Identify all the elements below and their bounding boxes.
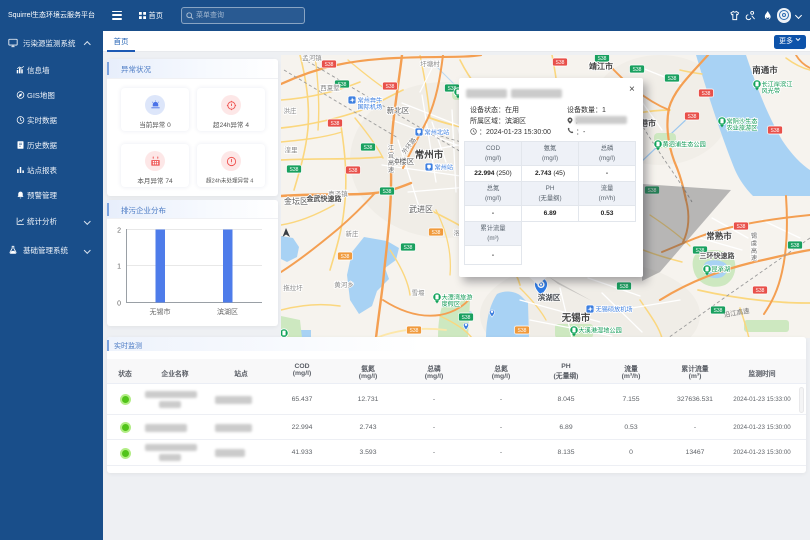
svg-text:0: 0 [117, 301, 121, 308]
svg-text:S38: S38 [791, 243, 800, 249]
svg-text:大溪港湿地公园: 大溪港湿地公园 [579, 327, 622, 335]
svg-text:江: 江 [388, 145, 394, 152]
svg-text:风光带: 风光带 [762, 87, 781, 95]
svg-text:S38: S38 [518, 328, 527, 334]
svg-text:金坛区: 金坛区 [284, 196, 308, 206]
svg-text:S38: S38 [432, 230, 441, 236]
svg-text:S38: S38 [756, 288, 765, 294]
svg-text:靖江市: 靖江市 [589, 61, 613, 71]
svg-text:S38: S38 [688, 114, 697, 120]
svg-text:西夏墅: 西夏墅 [320, 83, 340, 92]
svg-text:新北区: 新北区 [387, 105, 410, 115]
svg-text:滨湖区: 滨湖区 [538, 292, 561, 302]
svg-text:S38: S38 [633, 67, 642, 73]
svg-text:S38: S38 [668, 76, 677, 82]
svg-text:S38: S38 [290, 167, 299, 173]
svg-text:S38: S38 [737, 224, 746, 230]
svg-text:高: 高 [388, 159, 394, 167]
svg-text:圩塘村: 圩塘村 [420, 59, 440, 68]
svg-text:拖拉圩: 拖拉圩 [283, 283, 303, 292]
svg-text:S38: S38 [383, 189, 392, 195]
svg-text:黄河乡: 黄河乡 [334, 280, 354, 289]
svg-text:钟楼区: 钟楼区 [392, 156, 415, 166]
svg-text:S38: S38 [702, 91, 711, 97]
svg-text:S38: S38 [404, 245, 413, 251]
svg-text:2: 2 [117, 228, 121, 235]
svg-text:S38: S38 [364, 145, 373, 151]
svg-text:农业旅游区: 农业旅游区 [727, 124, 758, 132]
svg-text:常州站: 常州站 [435, 164, 454, 172]
svg-text:S38: S38 [349, 168, 358, 174]
svg-text:S38: S38 [620, 284, 629, 290]
svg-text:S38: S38 [386, 84, 395, 90]
svg-text:S38: S38 [331, 121, 340, 127]
svg-text:1: 1 [117, 264, 121, 271]
svg-text:S38: S38 [714, 308, 723, 314]
svg-text:速: 速 [388, 166, 394, 174]
svg-text:度假区: 度假区 [442, 300, 461, 308]
svg-text:金武快速路: 金武快速路 [306, 194, 343, 203]
svg-text:新庄: 新庄 [346, 229, 360, 238]
svg-text:宜: 宜 [388, 151, 394, 159]
svg-text:滨湖区: 滨湖区 [217, 307, 238, 316]
svg-text:雪堰: 雪堰 [412, 288, 426, 297]
svg-text:S38: S38 [410, 328, 419, 334]
svg-text:无锡硕放机场: 无锡硕放机场 [596, 306, 633, 314]
svg-text:S38: S38 [771, 128, 780, 134]
svg-text:黄泗浦生态公园: 黄泗浦生态公园 [663, 141, 706, 149]
svg-text:无锡市: 无锡市 [561, 312, 591, 324]
svg-text:虞: 虞 [751, 239, 757, 247]
svg-text:武进区: 武进区 [409, 204, 433, 214]
svg-text:S38: S38 [341, 254, 350, 260]
svg-text:国际机场: 国际机场 [358, 103, 383, 111]
svg-text:常州北站: 常州北站 [425, 129, 450, 137]
svg-text:三环快速路: 三环快速路 [700, 251, 736, 260]
svg-text:孟河镇: 孟河镇 [302, 55, 322, 62]
svg-text:常熟市: 常熟市 [706, 231, 732, 241]
svg-text:湟里: 湟里 [285, 145, 299, 154]
svg-text:昆承湖: 昆承湖 [712, 266, 731, 274]
svg-text:S38: S38 [462, 315, 471, 321]
svg-text:无锡市: 无锡市 [150, 307, 171, 316]
svg-text:S38: S38 [325, 62, 334, 68]
svg-text:洪庄: 洪庄 [284, 106, 298, 115]
svg-text:南通市: 南通市 [752, 65, 778, 75]
svg-text:S38: S38 [556, 60, 565, 66]
svg-text:常州市: 常州市 [415, 149, 444, 161]
svg-text:高: 高 [751, 247, 757, 255]
svg-text:速: 速 [751, 254, 757, 262]
svg-text:锡: 锡 [751, 232, 757, 240]
